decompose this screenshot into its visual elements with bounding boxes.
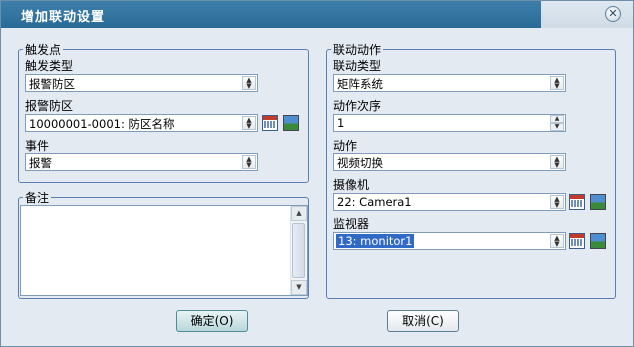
zone-select[interactable]: 10000001-0001: 防区名称 ▲ ▼ xyxy=(25,114,258,132)
order-stepper[interactable]: 1 ▲ ▼ xyxy=(333,114,566,132)
note-textarea[interactable]: ▲ ▼ xyxy=(20,205,308,296)
action-type-label: 联动类型 xyxy=(333,59,382,73)
scroll-down-icon[interactable]: ▼ xyxy=(291,280,307,295)
scroll-thumb[interactable] xyxy=(292,223,305,278)
monitor-value: 13: monitor1 xyxy=(336,234,415,248)
action-select[interactable]: 视频切换 ▲ ▼ xyxy=(333,153,566,171)
cancel-button[interactable]: 取消(C) xyxy=(387,310,459,332)
calendar-icon[interactable] xyxy=(569,194,585,210)
chevron-down-icon[interactable]: ▲ ▼ xyxy=(242,76,256,90)
camera-select[interactable]: 22: Camera1 ▲ ▼ xyxy=(333,193,566,211)
chevron-down-icon[interactable]: ▲ ▼ xyxy=(242,116,256,130)
trigger-type-value: 报警防区 xyxy=(29,77,75,91)
action-legend: 联动动作 xyxy=(333,43,382,57)
monitor-label: 监视器 xyxy=(333,217,370,231)
picture-icon[interactable] xyxy=(283,115,299,131)
trigger-type-select[interactable]: 报警防区 ▲ ▼ xyxy=(25,74,258,92)
window-title: 增加联动设置 xyxy=(21,10,106,25)
stepper-down-icon[interactable]: ▼ xyxy=(550,123,564,131)
camera-value: 22: Camera1 xyxy=(337,195,412,209)
dialog-window: 增加联动设置 ✕ 触发点 触发类型 报警防区 ▲ ▼ 报警防区 10000001-… xyxy=(0,0,634,347)
order-label: 动作次序 xyxy=(333,99,382,113)
chevron-down-icon[interactable]: ▲ ▼ xyxy=(550,76,564,90)
zone-value: 10000001-0001: 防区名称 xyxy=(29,117,175,131)
trigger-legend: 触发点 xyxy=(25,43,62,57)
title-bar[interactable]: 增加联动设置 ✕ xyxy=(1,1,633,28)
action-type-select[interactable]: 矩阵系统 ▲ ▼ xyxy=(333,74,566,92)
scroll-up-icon[interactable]: ▲ xyxy=(291,206,307,221)
calendar-icon[interactable] xyxy=(569,233,585,249)
camera-label: 摄像机 xyxy=(333,178,370,192)
stepper-up-icon[interactable]: ▲ xyxy=(550,115,564,123)
action-label: 动作 xyxy=(333,139,358,153)
calendar-icon[interactable] xyxy=(262,115,278,131)
chevron-down-icon[interactable]: ▲ ▼ xyxy=(242,155,256,169)
close-icon[interactable]: ✕ xyxy=(605,6,621,22)
ok-button[interactable]: 确定(O) xyxy=(176,310,248,332)
action-value: 视频切换 xyxy=(337,156,383,170)
picture-icon[interactable] xyxy=(590,194,606,210)
chevron-down-icon[interactable]: ▲ ▼ xyxy=(550,195,564,209)
trigger-type-label: 触发类型 xyxy=(25,59,74,73)
order-value: 1 xyxy=(337,116,345,130)
zone-label: 报警防区 xyxy=(25,99,74,113)
event-label: 事件 xyxy=(25,139,50,153)
chevron-down-icon[interactable]: ▲ ▼ xyxy=(550,234,564,248)
picture-icon[interactable] xyxy=(590,233,606,249)
monitor-select[interactable]: 13: monitor1 ▲ ▼ xyxy=(333,232,566,250)
chevron-down-icon[interactable]: ▲ ▼ xyxy=(550,155,564,169)
action-type-value: 矩阵系统 xyxy=(337,77,383,91)
note-scrollbar[interactable]: ▲ ▼ xyxy=(290,206,307,295)
event-select[interactable]: 报警 ▲ ▼ xyxy=(25,153,258,171)
event-value: 报警 xyxy=(29,156,52,170)
note-legend: 备注 xyxy=(25,191,50,205)
